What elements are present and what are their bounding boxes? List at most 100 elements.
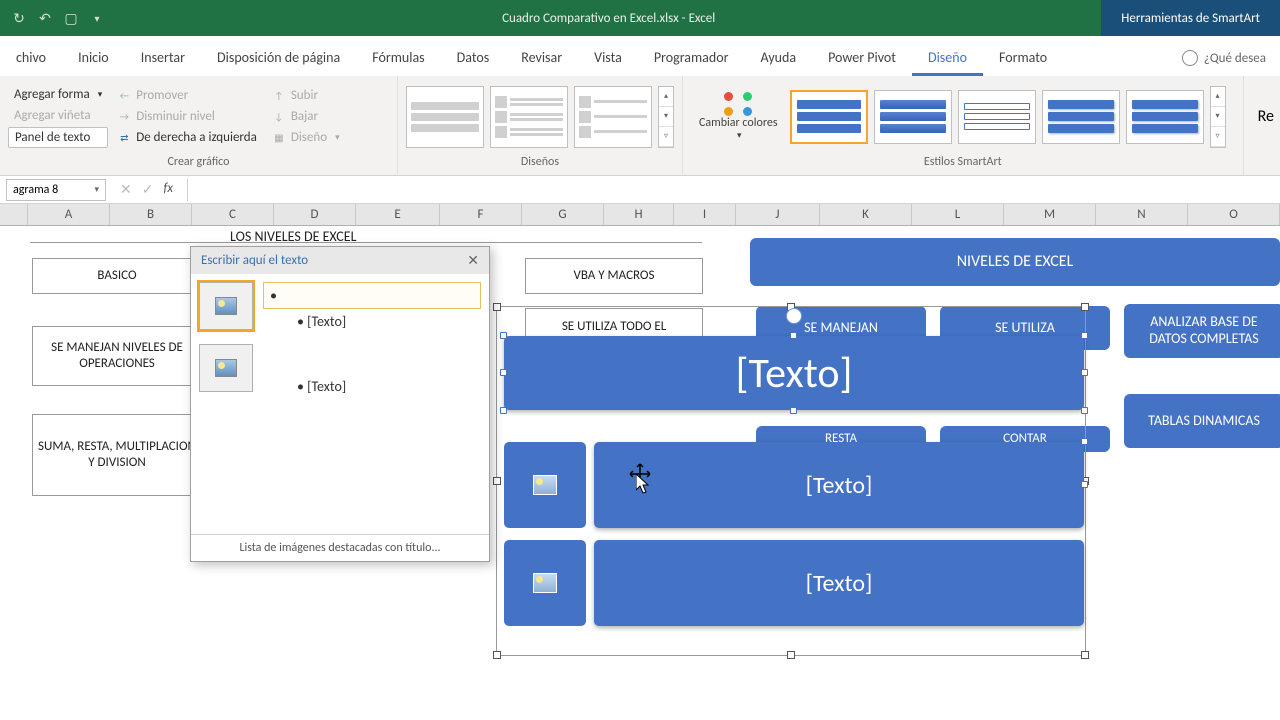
- resize-handle-bl[interactable]: [493, 651, 501, 659]
- col-I[interactable]: I: [674, 204, 736, 225]
- shape-handle[interactable]: [1081, 438, 1088, 445]
- bg-node-analizar[interactable]: ANALIZAR BASE DE DATOS COMPLETAS: [1124, 304, 1280, 358]
- layout-gallery[interactable]: ▴▾▿: [406, 86, 674, 148]
- tab-insertar[interactable]: Insertar: [125, 39, 201, 76]
- layout-gallery-scroll[interactable]: ▴▾▿: [658, 86, 674, 148]
- shape-handle[interactable]: [500, 407, 507, 414]
- tab-programador[interactable]: Programador: [638, 39, 745, 76]
- enter-icon[interactable]: ✓: [142, 181, 154, 198]
- cancel-icon[interactable]: ✕: [120, 181, 132, 198]
- resize-handle-br[interactable]: [1081, 651, 1089, 659]
- undo-icon[interactable]: ↶: [36, 9, 54, 27]
- pane-thumb-2[interactable]: [199, 344, 253, 392]
- bg-node-tablas[interactable]: TABLAS DINAMICAS: [1124, 394, 1280, 448]
- tab-inicio[interactable]: Inicio: [62, 39, 125, 76]
- worksheet-area[interactable]: LOS NIVELES DE EXCEL BASICO VBA Y MACROS…: [0, 226, 1280, 706]
- reset-button[interactable]: Re: [1252, 105, 1280, 128]
- pane-thumb-1[interactable]: [199, 282, 253, 330]
- smartart-pic-1[interactable]: [504, 442, 586, 528]
- tab-revisar[interactable]: Revisar: [505, 39, 578, 76]
- new-doc-icon[interactable]: ▢: [62, 9, 80, 27]
- shape-handle[interactable]: [500, 332, 507, 339]
- tab-formulas[interactable]: Fórmulas: [356, 39, 440, 76]
- shape-handle[interactable]: [1081, 481, 1088, 488]
- tell-me-label: ¿Qué desea: [1204, 51, 1266, 66]
- text-pane-list[interactable]: • • [Texto] • [Texto]: [263, 282, 481, 526]
- resize-handle-bc[interactable]: [787, 651, 795, 659]
- select-all-triangle[interactable]: [0, 204, 28, 225]
- col-F[interactable]: F: [440, 204, 522, 225]
- col-J[interactable]: J: [736, 204, 820, 225]
- col-A[interactable]: A: [28, 204, 110, 225]
- style-thumb-1[interactable]: [790, 90, 868, 144]
- style-gallery[interactable]: ▴▾▿: [790, 86, 1226, 148]
- shape-handle[interactable]: [790, 407, 797, 414]
- resize-handle-ml[interactable]: [493, 477, 501, 485]
- shape-handle[interactable]: [790, 332, 797, 339]
- tab-formato[interactable]: Formato: [983, 39, 1063, 76]
- col-O[interactable]: O: [1188, 204, 1280, 225]
- col-H[interactable]: H: [604, 204, 674, 225]
- pane-entry-1[interactable]: •: [263, 282, 481, 309]
- lightbulb-icon: [1182, 50, 1198, 66]
- col-D[interactable]: D: [274, 204, 356, 225]
- close-icon[interactable]: ✕: [467, 252, 479, 269]
- pane-entry-2a[interactable]: • [Texto]: [263, 374, 481, 399]
- text-pane-toggle[interactable]: Panel de texto: [8, 127, 108, 148]
- qat-more-icon[interactable]: ▾: [88, 9, 106, 27]
- style-thumb-2[interactable]: [874, 90, 952, 144]
- tab-diseno[interactable]: Diseño: [912, 39, 983, 76]
- col-G[interactable]: G: [522, 204, 604, 225]
- ribbon-group-crear-grafico: Agregar forma▾ Agregar viñeta Panel de t…: [0, 76, 398, 175]
- pane-entry-1a[interactable]: • [Texto]: [263, 309, 481, 334]
- fx-icon[interactable]: fx: [163, 181, 173, 198]
- tab-datos[interactable]: Datos: [441, 39, 506, 76]
- rtl-button[interactable]: ⇄De derecha a izquierda: [112, 128, 263, 147]
- group-label-crear: Crear gráfico: [8, 153, 389, 171]
- tab-powerpivot[interactable]: Power Pivot: [812, 39, 912, 76]
- shape-handle[interactable]: [1081, 332, 1088, 339]
- style-thumb-3[interactable]: [958, 90, 1036, 144]
- tab-archivo[interactable]: chivo: [0, 39, 62, 76]
- smartart-sub2-shape[interactable]: [Texto]: [594, 540, 1084, 626]
- shape-handle[interactable]: [1081, 407, 1088, 414]
- col-L[interactable]: L: [912, 204, 1004, 225]
- rotate-handle[interactable]: [786, 308, 802, 324]
- col-N[interactable]: N: [1096, 204, 1188, 225]
- style-thumb-4[interactable]: [1042, 90, 1120, 144]
- redo-icon[interactable]: ↻: [10, 9, 28, 27]
- formula-bar[interactable]: [187, 179, 1280, 201]
- resize-handle-tr[interactable]: [1081, 303, 1089, 311]
- title-bar: ↻ ↶ ▢ ▾ Cuadro Comparativo en Excel.xlsx…: [0, 0, 1280, 36]
- change-colors-button[interactable]: Cambiar colores▾: [691, 88, 786, 145]
- arrow-up-icon: ↑: [273, 90, 285, 102]
- tell-me-search[interactable]: ¿Qué desea: [1168, 40, 1280, 76]
- col-K[interactable]: K: [820, 204, 912, 225]
- shape-handle[interactable]: [500, 369, 507, 376]
- layout-thumb-1[interactable]: [406, 86, 484, 148]
- arrow-right-icon: →: [118, 111, 130, 123]
- text-pane[interactable]: Escribir aquí el texto ✕ • • [Texto] • […: [190, 246, 490, 562]
- name-box[interactable]: agrama 8▾: [6, 179, 106, 201]
- smartart-main-shape[interactable]: [Texto]: [504, 336, 1084, 410]
- col-C[interactable]: C: [192, 204, 274, 225]
- col-E[interactable]: E: [356, 204, 440, 225]
- col-B[interactable]: B: [110, 204, 192, 225]
- layout-thumb-2[interactable]: [490, 86, 568, 148]
- tab-ayuda[interactable]: Ayuda: [745, 39, 813, 76]
- style-gallery-scroll[interactable]: ▴▾▿: [1210, 86, 1226, 148]
- resize-handle-tl[interactable]: [493, 303, 501, 311]
- smartart-pic-2[interactable]: [504, 540, 586, 626]
- ribbon-group-estilos: Cambiar colores▾ ▴▾▿ Estilos SmartArt: [683, 76, 1244, 175]
- bg-node-niveles[interactable]: NIVELES DE EXCEL: [750, 238, 1280, 286]
- smartart-sub1-shape[interactable]: [Texto]: [594, 442, 1084, 528]
- text-pane-header[interactable]: Escribir aquí el texto ✕: [191, 247, 489, 274]
- col-M[interactable]: M: [1004, 204, 1096, 225]
- promote-button: ←Promover: [112, 86, 263, 105]
- add-shape-button[interactable]: Agregar forma▾: [8, 85, 108, 104]
- shape-handle[interactable]: [1081, 369, 1088, 376]
- tab-vista[interactable]: Vista: [578, 39, 638, 76]
- layout-thumb-3[interactable]: [574, 86, 652, 148]
- style-thumb-5[interactable]: [1126, 90, 1204, 144]
- tab-disposicion[interactable]: Disposición de página: [201, 39, 356, 76]
